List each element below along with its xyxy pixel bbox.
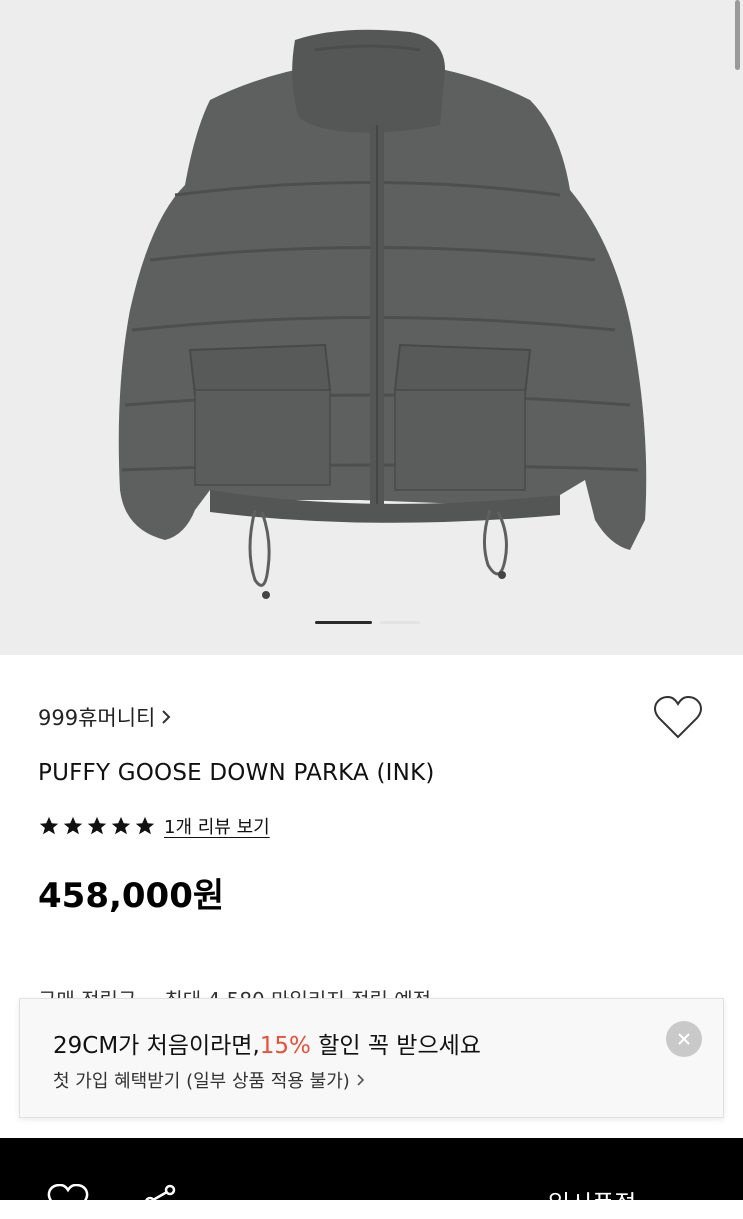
promo-signup-link[interactable]: 첫 가입 혜택받기 (일부 상품 적용 불가) xyxy=(53,1067,365,1093)
chevron-right-icon xyxy=(162,710,171,724)
star-icon xyxy=(135,816,155,835)
promo-discount: 15% xyxy=(259,1033,311,1059)
product-title: PUFFY GOOSE DOWN PARKA (INK) xyxy=(38,760,435,786)
promo-title-suffix: 할인 꼭 받으세요 xyxy=(310,1033,481,1059)
brand-link[interactable]: 999휴머니티 xyxy=(38,702,171,732)
signup-promo-banner[interactable]: 29CM가 처음이라면,15% 할인 꼭 받으세요 첫 가입 혜택받기 (일부 … xyxy=(19,998,724,1118)
sold-out-label: 일시품절 xyxy=(548,1190,637,1218)
carousel-indicator-active[interactable] xyxy=(315,621,372,624)
bottom-action-bar: 일시품절 xyxy=(0,1138,743,1218)
promo-subtitle: 첫 가입 혜택받기 (일부 상품 적용 불가) xyxy=(53,1071,350,1092)
promo-title: 29CM가 처음이라면,15% 할인 꼭 받으세요 xyxy=(53,1026,481,1060)
review-link[interactable]: 1개 리뷰 보기 xyxy=(164,813,270,839)
heart-outline-icon[interactable] xyxy=(652,694,704,742)
carousel-indicator[interactable] xyxy=(380,621,420,624)
rating-row: 1개 리뷰 보기 xyxy=(38,813,270,839)
close-icon xyxy=(678,1033,690,1045)
star-icon xyxy=(111,816,131,835)
star-icon xyxy=(87,816,107,835)
share-icon[interactable] xyxy=(140,1182,180,1212)
scrollbar[interactable] xyxy=(735,0,740,70)
product-image-carousel[interactable] xyxy=(0,0,743,655)
star-icon xyxy=(63,816,83,835)
product-image xyxy=(118,29,647,599)
product-price: 458,000원 xyxy=(38,876,225,916)
promo-title-prefix: 29CM가 처음이라면, xyxy=(53,1033,260,1059)
heart-outline-icon[interactable] xyxy=(46,1184,90,1214)
promo-close-button[interactable] xyxy=(666,1021,702,1057)
chevron-right-icon xyxy=(357,1074,364,1086)
brand-name: 999휴머니티 xyxy=(38,706,156,730)
star-icon xyxy=(39,816,59,835)
rating-stars xyxy=(38,815,156,837)
